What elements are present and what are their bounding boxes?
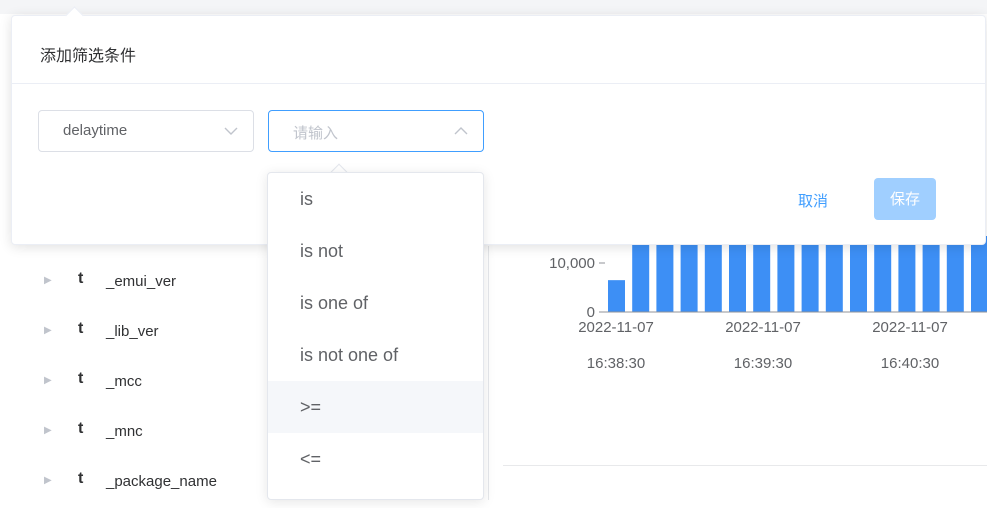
field-name: _mcc <box>106 373 142 390</box>
histogram-bar[interactable] <box>874 236 892 312</box>
x-tick-date-label: 2022-11-07 <box>578 319 654 336</box>
field-name: _mnc <box>106 423 143 440</box>
histogram-bar[interactable] <box>946 236 964 312</box>
histogram-bar[interactable] <box>898 236 916 312</box>
field-list: ▶ t _emui_ver ▶ t _lib_ver ▶ t _mcc ▶ t … <box>44 258 264 508</box>
caret-right-icon[interactable]: ▶ <box>44 325 52 336</box>
x-tick-time-label: 16:38:30 <box>587 355 645 372</box>
histogram-bar[interactable] <box>729 236 746 312</box>
add-filter-popover: 添加筛选条件 delaytime 请输入 取消 保存 <box>11 15 986 245</box>
caret-right-icon[interactable]: ▶ <box>44 375 52 386</box>
field-item[interactable]: ▶ t _lib_ver <box>44 308 264 358</box>
x-tick-time-label: 16:39:30 <box>734 355 792 372</box>
caret-right-icon[interactable]: ▶ <box>44 425 52 436</box>
chevron-up-icon <box>454 127 468 135</box>
histogram-bar[interactable] <box>850 236 867 312</box>
operator-option-is-not-one-of[interactable]: is not one of <box>268 329 483 381</box>
field-type: t <box>78 470 84 487</box>
histogram-bar[interactable] <box>656 236 674 312</box>
field-type: t <box>78 270 84 287</box>
field-item[interactable]: ▶ t _mnc <box>44 408 264 458</box>
field-select[interactable]: delaytime <box>38 110 254 152</box>
field-type: t <box>78 370 84 387</box>
histogram-bar[interactable] <box>704 236 722 312</box>
panel-divider <box>503 465 987 466</box>
cancel-button[interactable]: 取消 <box>798 190 828 211</box>
field-item[interactable]: ▶ t _package_name <box>44 458 264 508</box>
histogram-chart: 0 10,000 2022-11-07 16:38:30 2022-11-07 16:39… <box>500 236 987 396</box>
histogram-bar[interactable] <box>632 236 650 312</box>
operator-option-lte[interactable]: <= <box>268 433 483 485</box>
histogram-bar[interactable] <box>753 236 771 312</box>
field-name: _lib_ver <box>106 323 159 340</box>
field-select-value: delaytime <box>63 122 128 139</box>
operator-select-placeholder: 请输入 <box>293 124 339 142</box>
operator-option-is[interactable]: is <box>268 173 483 225</box>
operator-option-is-one-of[interactable]: is one of <box>268 277 483 329</box>
x-tick-date-label: 2022-11-07 <box>872 319 948 336</box>
histogram-bar[interactable] <box>922 236 940 312</box>
x-tick-time-label: 16:40:30 <box>881 355 939 372</box>
histogram-bar[interactable] <box>608 280 625 312</box>
chart-svg: 010,0002022-11-0716:38:302022-11-0716:39… <box>549 236 987 372</box>
histogram-bar[interactable] <box>801 236 819 312</box>
save-button[interactable]: 保存 <box>874 178 936 220</box>
histogram-bar[interactable] <box>825 236 843 312</box>
operator-option-is-not[interactable]: is not <box>268 225 483 277</box>
field-name: _emui_ver <box>106 273 177 290</box>
operator-dropdown: is is not is one of is not one of >= <= <box>267 172 484 500</box>
histogram-bar[interactable] <box>680 236 698 312</box>
chevron-down-icon <box>224 127 238 135</box>
field-item[interactable]: ▶ t _mcc <box>44 358 264 408</box>
divider <box>12 83 985 84</box>
caret-right-icon[interactable]: ▶ <box>44 475 52 486</box>
histogram-bar[interactable] <box>971 236 987 312</box>
x-tick-date-label: 2022-11-07 <box>725 319 801 336</box>
operator-select[interactable]: 请输入 <box>268 110 484 152</box>
y-tick-label: 10,000 <box>549 255 595 272</box>
field-type: t <box>78 420 84 437</box>
caret-right-icon[interactable]: ▶ <box>44 275 52 286</box>
field-name: _package_name <box>106 473 217 490</box>
field-type: t <box>78 320 84 337</box>
popover-title: 添加筛选条件 <box>40 46 137 65</box>
field-item[interactable]: ▶ t _emui_ver <box>44 258 264 308</box>
top-strip <box>0 0 987 14</box>
histogram-bar[interactable] <box>777 236 795 312</box>
operator-option-gte[interactable]: >= <box>268 381 483 433</box>
